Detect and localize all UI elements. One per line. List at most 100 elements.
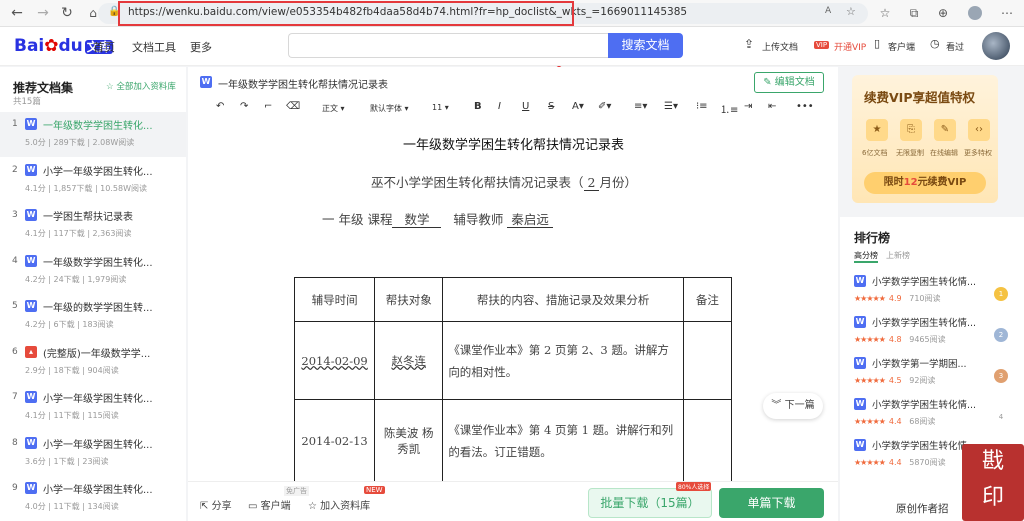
eraser-icon[interactable]: ⌫ (286, 101, 300, 112)
bold-button[interactable]: B (474, 101, 482, 112)
word-icon: W (200, 76, 212, 88)
back-icon[interactable]: ← (8, 4, 26, 22)
underline-button[interactable]: U (522, 101, 529, 112)
user-avatar[interactable] (982, 32, 1010, 60)
rank-item-meta: ★★★★★ 4.9 710阅读 (854, 294, 941, 303)
line-spacing-icon[interactable]: ☰▾ (664, 101, 678, 112)
more-icon[interactable]: ••• (796, 101, 814, 112)
list-item-meta: 4.1分 | 11下载 | 115阅读 (25, 411, 119, 420)
tab-new[interactable]: 上新榜 (886, 250, 910, 261)
read-aloud-icon[interactable]: A (825, 6, 831, 16)
list-item-number: 3 (12, 210, 18, 220)
list-item-meta: 4.2分 | 6下载 | 183阅读 (25, 320, 114, 329)
list-item[interactable]: 7 W 小学一年级学困生转化... 4.1分 | 11下载 | 115阅读 (0, 385, 186, 430)
batch-download-button[interactable]: 批量下载（15篇） (588, 488, 712, 518)
list-item[interactable]: 5 W 一年级的数学学困生转... 4.2分 | 6下载 | 183阅读 (0, 294, 186, 339)
undo-icon[interactable]: ↶ (216, 101, 224, 112)
table-cell (682, 321, 733, 400)
rank-item-title: 小学数学学困生转化情... (872, 277, 977, 288)
record-table: 辅导时间 帮扶对象 帮扶的内容、措施记录及效果分析 备注 2014-02-09 … (293, 277, 733, 481)
extensions-icon[interactable]: ⊕ (934, 4, 952, 22)
favorites-icon[interactable]: ☆ (876, 4, 894, 22)
original-author-link[interactable]: 原创作者招 (896, 501, 949, 516)
list-icon[interactable]: ⁝≡ (696, 101, 708, 112)
search-input[interactable] (288, 33, 608, 58)
rank-medal-icon: 2 (994, 328, 1008, 342)
list-item[interactable]: 8 W 小学一年级学困生转化... 3.6分 | 1下载 | 23阅读 (0, 431, 186, 476)
list-item-title: (完整版)一年级数学学... (43, 348, 151, 360)
rank-item-title: 小学数学学困生转化情... (872, 318, 977, 329)
history-link[interactable]: 看过 (946, 40, 964, 53)
list-item[interactable]: 6 ▴ (完整版)一年级数学学... 2.9分 | 18下载 | 904阅读 (0, 340, 186, 385)
profile-icon[interactable] (968, 6, 982, 20)
list-item[interactable]: 4 W 一年级数学学困生转化... 4.2分 | 24下载 | 1,979阅读 (0, 249, 186, 294)
table-cell: 《课堂作业本》第 4 页第 1 题。讲解行和列的看法。订正错题。 (442, 399, 684, 481)
format-painter-icon[interactable]: ⌐ (264, 101, 272, 112)
add-library-button[interactable]: ☆ 加入资料库 (308, 497, 370, 512)
rank-item[interactable]: W 小学数学学困生转化情... ★★★★★ 4.9 710阅读 1 (854, 271, 1024, 311)
doc-heading: 一年级数学学困生转化帮扶情况记录表 (403, 138, 625, 153)
list-item[interactable]: 9 W 小学一年级学困生转化... 4.0分 | 11下载 | 134阅读 (0, 476, 186, 521)
vip-renew-button[interactable]: 限时12元续费VIP (864, 172, 986, 194)
redo-icon[interactable]: ↷ (240, 101, 248, 112)
word-icon: W (854, 316, 866, 328)
refresh-icon[interactable]: ↻ (58, 4, 76, 22)
nav-more[interactable]: 更多 (190, 39, 212, 55)
word-icon: W (854, 275, 866, 287)
font-color-icon[interactable]: A▾ (572, 101, 584, 112)
font-select[interactable]: 默认字体 ▾ (370, 103, 409, 114)
tab-top-rated[interactable]: 高分榜 (854, 250, 878, 263)
rank-item[interactable]: W 小学数学学困生转化情... ★★★★★ 4.4 68阅读 4 (854, 394, 1024, 434)
single-download-button[interactable]: 单篇下载 (719, 488, 824, 518)
list-item-meta: 3.6分 | 1下载 | 23阅读 (25, 456, 109, 466)
forward-icon[interactable]: → (34, 4, 52, 22)
nav-home[interactable]: 首页 (93, 39, 115, 55)
rank-item-title: 小学数学学困生转化情... (872, 400, 977, 411)
vip-promo-card[interactable]: 续费VIP享超值特权 ★ ⎘ ✎ ‹› 6亿文档 无限复制 在线编辑 更多特权 … (852, 75, 998, 203)
upload-icon[interactable]: ⇪ (744, 37, 754, 51)
style-select[interactable]: 正文 ▾ (322, 103, 345, 114)
align-icon[interactable]: ≡▾ (634, 101, 647, 112)
ranking-title: 排行榜 (854, 231, 891, 245)
word-icon: W (854, 357, 866, 369)
menu-icon[interactable]: ⋯ (998, 4, 1016, 22)
list-item-meta: 2.9分 | 18下载 | 904阅读 (25, 365, 119, 375)
highlight-icon[interactable]: ✐▾ (598, 101, 611, 112)
rating-stars-icon: ★★★★★ (854, 294, 886, 303)
client-link[interactable]: 客户端 (888, 40, 915, 53)
outdent-icon[interactable]: ⇤ (768, 101, 776, 112)
word-icon: W (25, 209, 37, 221)
italic-button[interactable]: I (498, 101, 501, 112)
word-icon: W (25, 163, 37, 176)
list-item-number: 2 (12, 164, 18, 175)
font-size-select[interactable]: 11 ▾ (432, 103, 449, 112)
list-item[interactable]: 3 W 一学困生帮扶记录表 4.1分 | 117下载 | 2,363阅读 (0, 203, 186, 248)
client-button[interactable]: ▭ 客户端 (248, 497, 291, 512)
indent-icon[interactable]: ⇥ (744, 101, 752, 112)
word-icon: W (25, 391, 37, 403)
add-all-button[interactable]: ☆ 全部加入资料库 (106, 80, 176, 92)
list-item-number: 1 (12, 119, 18, 129)
share-button[interactable]: ⇱ 分享 (200, 497, 232, 512)
numbered-list-icon[interactable]: ⒈≡ (720, 101, 738, 116)
copy-icon: ⎘ (900, 119, 922, 141)
edit-document-button[interactable]: ✎ 编辑文档 (754, 72, 824, 93)
collections-icon[interactable]: ⧉ (905, 4, 923, 22)
table-cell: 2014-02-13 (293, 399, 376, 481)
star-icon: ☆ (106, 82, 114, 92)
vip-title: 续费VIP享超值特权 (864, 90, 975, 105)
hot-tag: 80%人选择 (676, 482, 712, 491)
doc-grade-line: 一 年级 课程 数学 辅导教师 秦启远 (322, 209, 553, 228)
list-item[interactable]: 2 W 小学一年级学困生转化... 4.1分 | 1,857下载 | 10.58W阅读 (0, 158, 186, 203)
strike-button[interactable]: S (548, 101, 554, 112)
search-button[interactable]: 搜索文档 (608, 33, 683, 58)
upload-link[interactable]: 上传文档 (762, 40, 798, 53)
rank-item[interactable]: W 小学数学学困生转化情... ★★★★★ 4.8 9465阅读 2 (854, 312, 1024, 352)
rank-item[interactable]: W 小学数学第一学期困... ★★★★★ 4.5 92阅读 3 (854, 353, 1024, 393)
favorite-icon[interactable]: ☆ (846, 5, 856, 18)
nav-doc-tools[interactable]: 文档工具 (132, 39, 176, 55)
next-doc-button[interactable]: ︾ 下一篇 (763, 393, 823, 419)
table-header: 备注 (682, 277, 733, 322)
list-item[interactable]: 1 W 一年级数学学困生转化... 5.0分 | 289下载 | 2.08W阅读 (0, 112, 186, 157)
open-vip-link[interactable]: 开通VIP (834, 40, 866, 53)
